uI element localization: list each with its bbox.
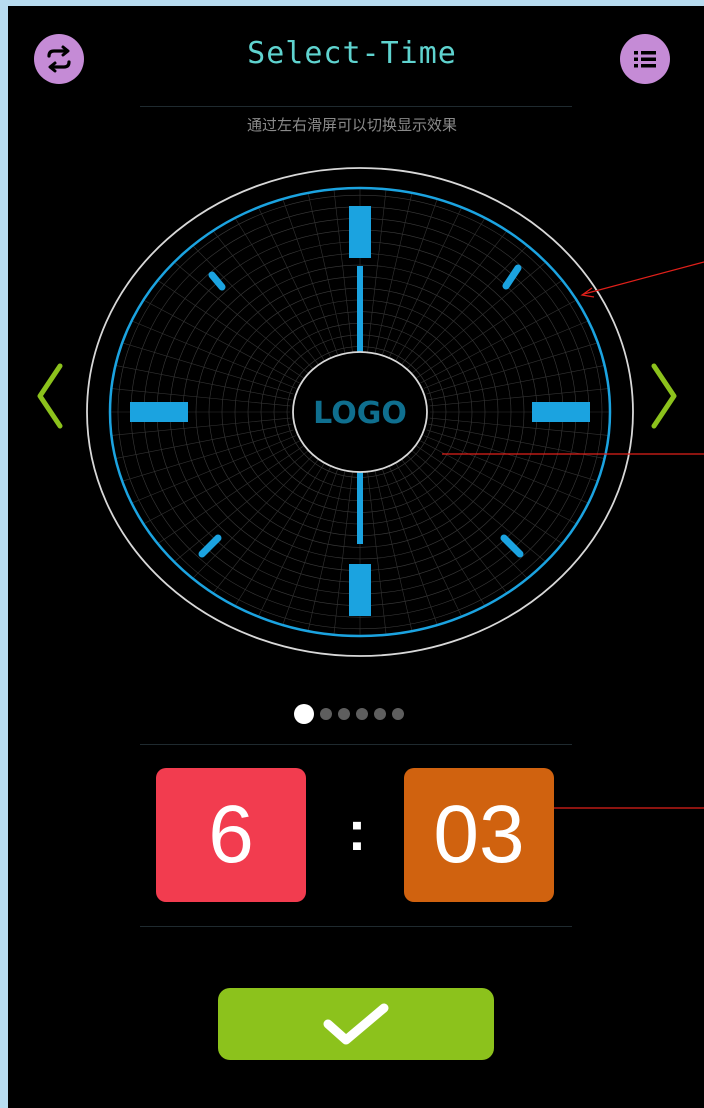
grid-spoke bbox=[394, 217, 486, 362]
time-separator: : bbox=[347, 799, 367, 862]
marker-3 bbox=[532, 402, 590, 422]
grid-spoke bbox=[426, 342, 598, 395]
diagonal-tick bbox=[500, 534, 524, 558]
clock-dial: LOGO bbox=[86, 167, 634, 657]
grid-spoke bbox=[420, 299, 577, 384]
grid-spoke bbox=[374, 468, 413, 632]
grid-spoke bbox=[307, 192, 346, 356]
page-dot[interactable] bbox=[392, 708, 404, 720]
swipe-hint: 通过左右滑屏可以切换显示效果 bbox=[246, 116, 457, 134]
time-divider-bottom bbox=[140, 926, 572, 927]
grid-spoke bbox=[115, 423, 292, 459]
chevron-right-icon[interactable] bbox=[648, 362, 682, 430]
clock-hand-down bbox=[357, 472, 363, 544]
grid-spoke bbox=[258, 207, 332, 360]
time-divider-top bbox=[140, 744, 572, 745]
marker-12 bbox=[349, 206, 371, 258]
grid-spoke bbox=[122, 429, 294, 482]
grid-spoke bbox=[143, 440, 300, 525]
hours-picker[interactable]: 6 bbox=[156, 768, 306, 902]
grid-spoke bbox=[428, 423, 605, 459]
marker-6 bbox=[349, 564, 371, 616]
page-dot[interactable] bbox=[294, 704, 314, 724]
minutes-picker[interactable]: 03 bbox=[404, 768, 554, 902]
page-dot[interactable] bbox=[374, 708, 386, 720]
chevron-left-icon[interactable] bbox=[32, 362, 66, 430]
logo-text: LOGO bbox=[313, 396, 407, 431]
grid-spoke bbox=[388, 207, 462, 360]
page-dot[interactable] bbox=[338, 708, 350, 720]
header-divider bbox=[140, 106, 572, 107]
grid-spoke bbox=[122, 342, 294, 395]
menu-list-icon bbox=[634, 51, 656, 68]
grid-spoke bbox=[428, 365, 605, 401]
clock-hand-up bbox=[357, 266, 363, 352]
grid-spoke bbox=[388, 464, 462, 617]
menu-button[interactable] bbox=[620, 34, 670, 84]
grid-spoke bbox=[426, 429, 598, 482]
grid-spoke bbox=[374, 192, 413, 356]
page-dot[interactable] bbox=[356, 708, 368, 720]
grid-spoke bbox=[143, 299, 300, 384]
diagonal-tick bbox=[208, 271, 226, 291]
grid-spoke bbox=[258, 464, 332, 617]
page-dot[interactable] bbox=[320, 708, 332, 720]
grid-spoke bbox=[234, 217, 326, 362]
grid-spoke bbox=[115, 365, 292, 401]
grid-spoke bbox=[234, 462, 326, 607]
grid-spoke bbox=[420, 440, 577, 525]
grid-spoke bbox=[394, 462, 486, 607]
confirm-button[interactable] bbox=[218, 988, 494, 1060]
grid-spoke bbox=[307, 468, 346, 632]
page-indicator[interactable] bbox=[294, 704, 404, 724]
checkmark-icon bbox=[323, 1003, 389, 1045]
marker-9 bbox=[130, 402, 188, 422]
page-title: Select-Time bbox=[247, 36, 457, 71]
